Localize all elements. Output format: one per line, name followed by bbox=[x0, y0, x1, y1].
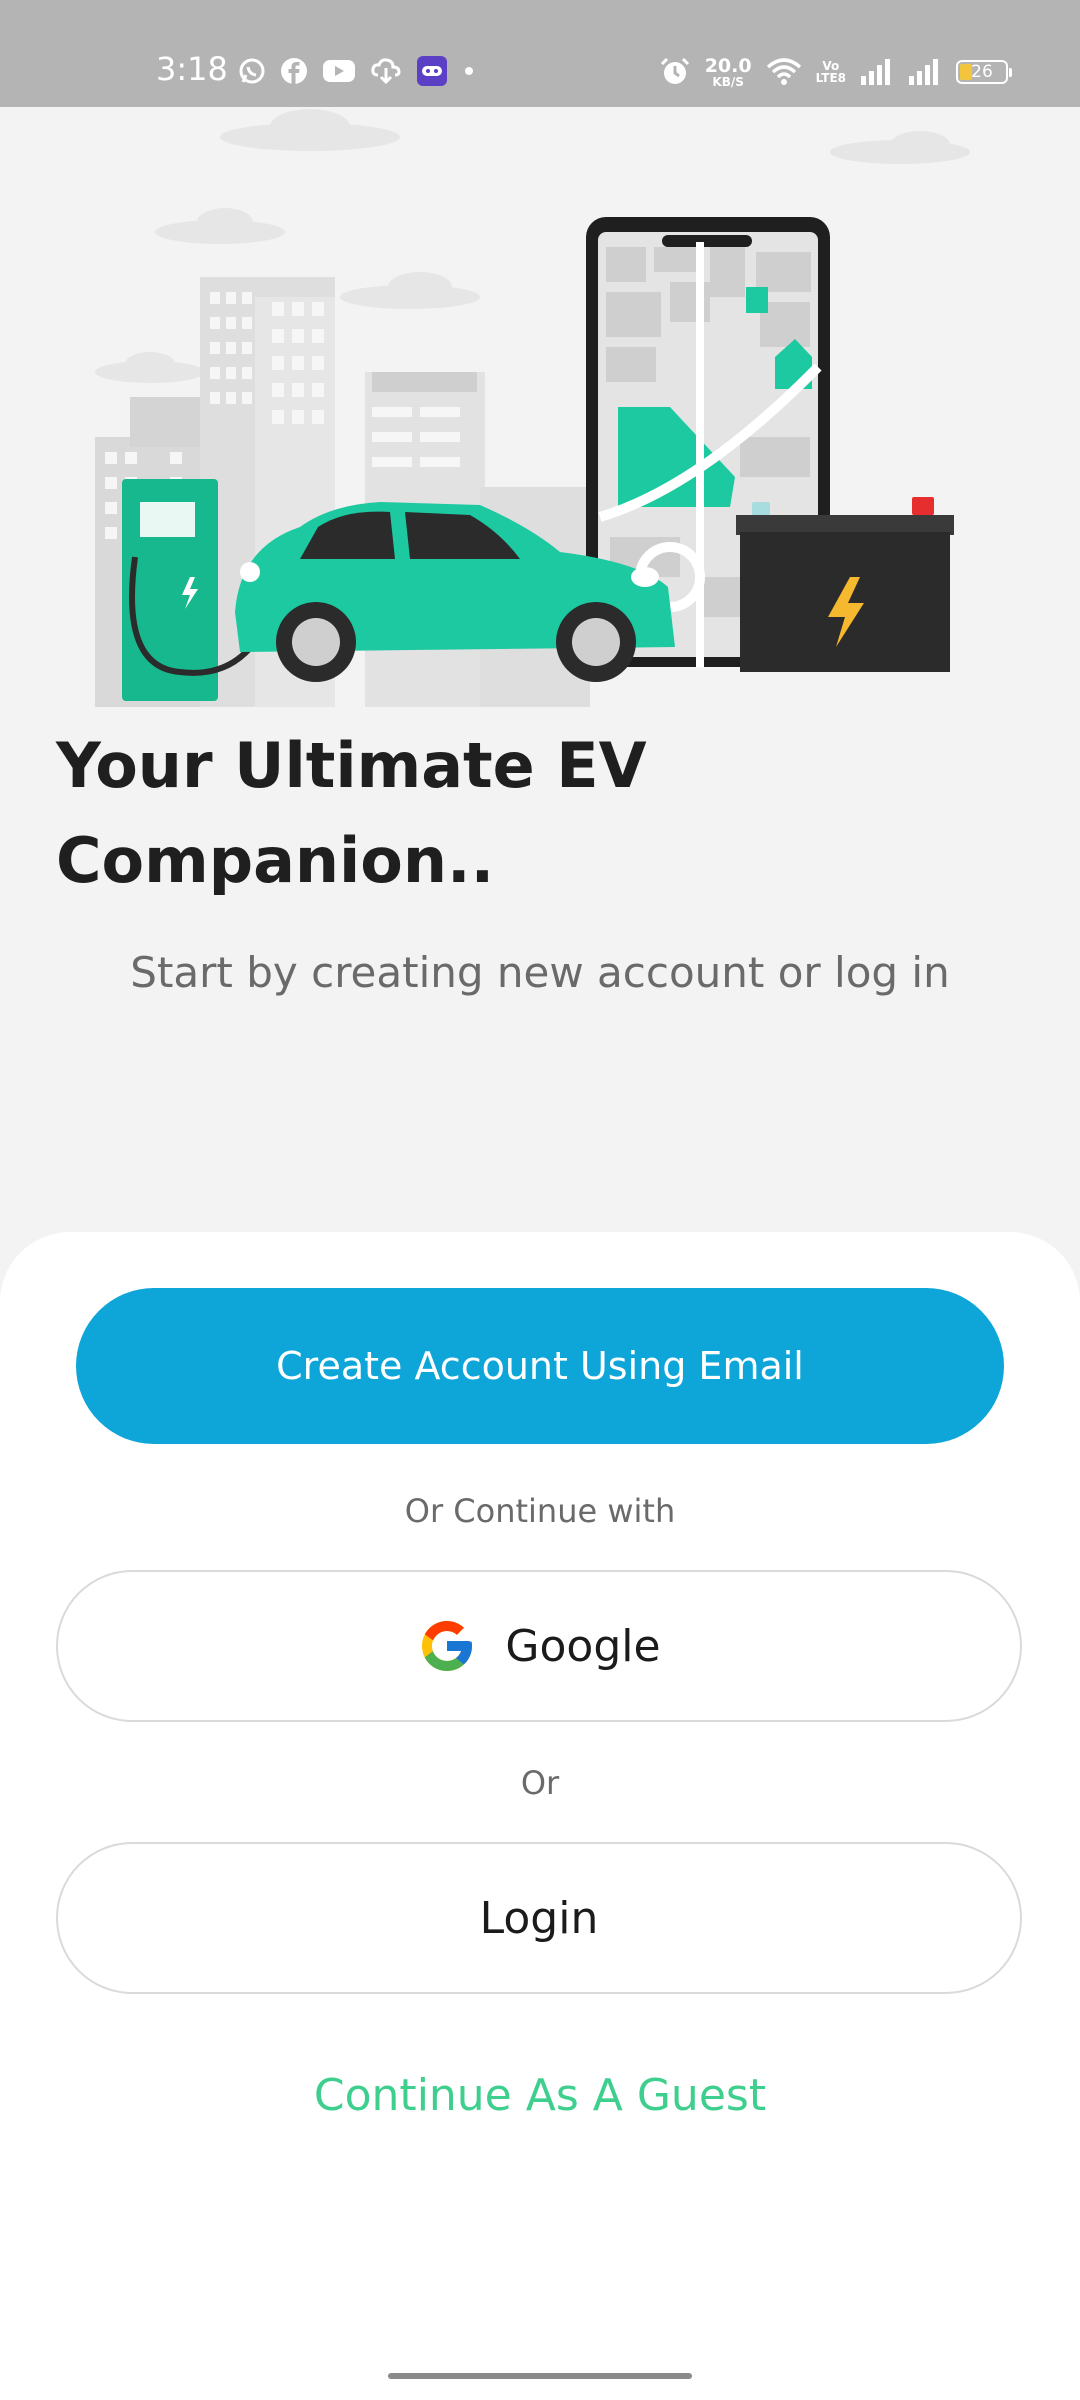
login-button[interactable]: Login bbox=[56, 1842, 1022, 1994]
page-title: Your Ultimate EV Companion.. bbox=[56, 718, 756, 908]
title-line-1: Your Ultimate EV bbox=[56, 729, 647, 802]
youtube-icon bbox=[323, 60, 355, 82]
battery-illustration bbox=[736, 497, 954, 672]
status-right-icons: 20.0 KB/S Vo LTE8 26 bbox=[659, 52, 1012, 92]
google-icon bbox=[422, 1621, 473, 1671]
volte-bottom: LTE8 bbox=[815, 71, 846, 85]
login-button-label: Login bbox=[479, 1892, 599, 1944]
welcome-screen: 3:18 20.0 KB/S Vo LTE8 26 Your Ultimate … bbox=[0, 0, 1080, 2400]
whatsapp-icon bbox=[239, 58, 265, 84]
net-speed: 20.0 KB/S bbox=[704, 54, 752, 89]
home-indicator[interactable] bbox=[388, 2373, 692, 2379]
alarm-icon bbox=[660, 57, 689, 84]
battery-level: 26 bbox=[971, 62, 993, 82]
or-label: Or bbox=[520, 1764, 560, 1802]
page-subtitle: Start by creating new account or log in bbox=[130, 948, 950, 997]
continue-as-guest-link[interactable]: Continue As A Guest bbox=[0, 2070, 1080, 2121]
wifi-icon bbox=[766, 58, 801, 85]
google-button-label: Google bbox=[505, 1620, 661, 1672]
status-left-icons bbox=[238, 53, 476, 89]
title-line-2: Companion.. bbox=[56, 824, 495, 897]
auth-options-sheet: Create Account Using Email Or Continue w… bbox=[0, 1232, 1080, 2400]
volte-indicator: Vo LTE8 bbox=[816, 60, 846, 84]
signal-icon bbox=[861, 59, 890, 85]
or-continue-with-label: Or Continue with bbox=[404, 1492, 676, 1530]
net-speed-unit: KB/S bbox=[712, 74, 744, 89]
signal-icon bbox=[909, 59, 938, 85]
net-speed-value: 20.0 bbox=[704, 54, 752, 77]
ev-charging-city-illustration bbox=[95, 109, 970, 707]
create-account-email-button[interactable]: Create Account Using Email bbox=[76, 1288, 1004, 1444]
cloud-download-icon bbox=[371, 58, 401, 85]
battery-icon: 26 bbox=[956, 60, 1012, 84]
facebook-icon bbox=[281, 58, 307, 84]
google-signin-button[interactable]: Google bbox=[56, 1570, 1022, 1722]
status-bar: 3:18 20.0 KB/S Vo LTE8 26 bbox=[0, 0, 1080, 107]
status-time: 3:18 bbox=[156, 50, 228, 88]
dot-icon bbox=[465, 67, 473, 75]
game-controller-icon bbox=[417, 56, 447, 86]
